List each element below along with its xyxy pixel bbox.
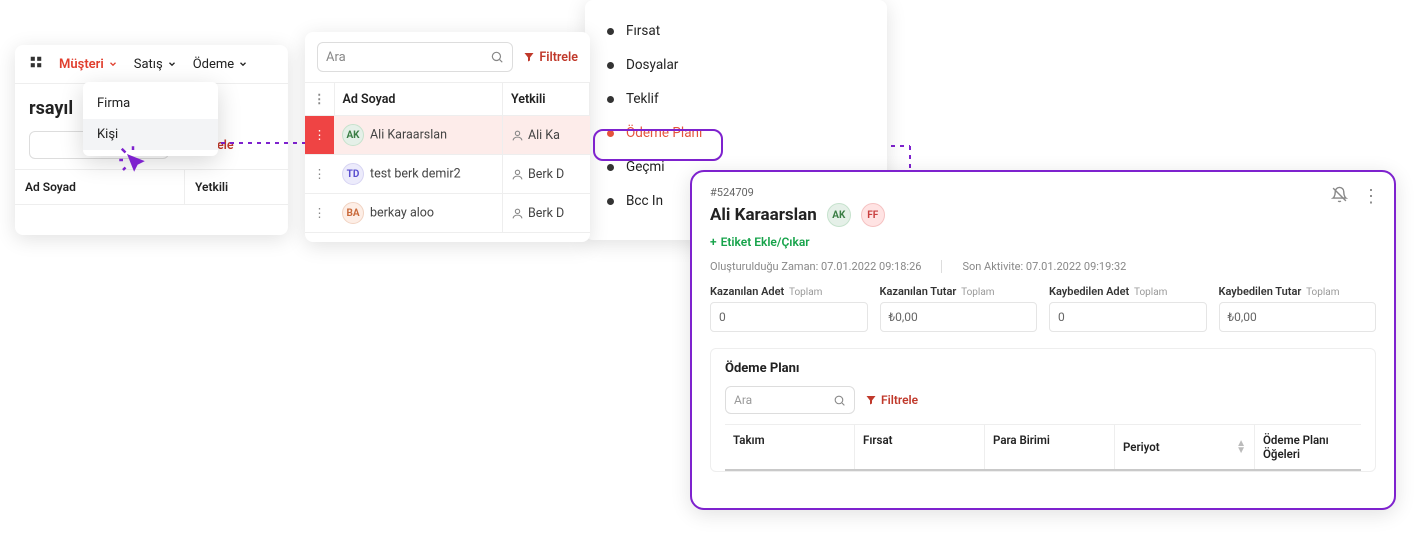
col-para-birimi[interactable]: Para Birimi <box>985 425 1115 469</box>
search-placeholder: Ara <box>326 50 346 65</box>
tab-teklif[interactable]: Teklif <box>585 82 887 116</box>
nav-odeme[interactable]: Ödeme <box>193 57 248 72</box>
person-icon <box>511 168 524 181</box>
add-tag-button[interactable]: + Etiket Ekle/Çıkar <box>710 235 810 249</box>
stat-value: 0 <box>1049 302 1207 332</box>
detail-panel: ⋮ #524709 Ali Karaarslan AK FF + Etiket … <box>690 170 1396 510</box>
nav-musteri-label: Müşteri <box>59 57 104 72</box>
chevron-down-icon <box>167 59 177 69</box>
section-filter-button[interactable]: Filtrele <box>865 393 918 407</box>
search-icon <box>490 50 504 64</box>
plus-icon: + <box>710 235 717 249</box>
filter-label: Filtrele <box>539 50 578 65</box>
table-row[interactable]: ⋮ BA berkay aloo Berk D <box>305 194 590 233</box>
cursor-click-icon <box>118 145 148 175</box>
stat-kazanilan-adet: Kazanılan Adet Toplam 0 <box>710 285 868 332</box>
add-tag-label: Etiket Ekle/Çıkar <box>721 235 810 249</box>
avatar: TD <box>342 163 364 185</box>
yetkili-name: Berk D <box>528 206 564 221</box>
person-icon <box>511 129 524 142</box>
search-icon <box>833 394 846 407</box>
filter-icon <box>865 394 877 406</box>
person-name: berkay aloo <box>370 205 434 220</box>
table-row[interactable]: ⋮ TD test berk demir2 Berk D <box>305 155 590 194</box>
col-ad-soyad[interactable]: Ad Soyad <box>15 170 185 204</box>
section-title: Ödeme Planı <box>725 361 1361 376</box>
bell-off-icon[interactable] <box>1331 186 1348 207</box>
col-yetkili[interactable]: Yetkili <box>185 170 288 204</box>
more-icon[interactable]: ⋮ <box>1362 188 1380 206</box>
nav-musteri[interactable]: Müşteri <box>59 57 118 72</box>
nav-satis[interactable]: Satış <box>134 57 177 72</box>
section-table-header: Takım Fırsat Para Birimi Periyot▲▼ Ödeme… <box>725 424 1361 471</box>
row-handle[interactable]: ⋮ <box>305 194 334 233</box>
table-header: Ad Soyad Yetkili <box>15 169 288 205</box>
person-icon <box>511 207 524 220</box>
musteri-dropdown: Firma Kişi <box>83 82 218 156</box>
yetkili-name: Ali Ka <box>528 128 560 143</box>
stat-value: ₺0,00 <box>880 302 1038 332</box>
people-table: ⋮ Ad Soyad Yetkili ⋮ AK Ali Karaarslan Al… <box>305 82 590 233</box>
col-periyot[interactable]: Periyot▲▼ <box>1115 425 1255 469</box>
filter-button[interactable]: Filtrele <box>523 50 578 65</box>
tab-odeme-plani[interactable]: Ödeme Planı <box>585 116 887 150</box>
record-id: #524709 <box>710 186 1376 199</box>
nav-satis-label: Satış <box>134 57 163 72</box>
table-row[interactable]: ⋮ AK Ali Karaarslan Ali Ka <box>305 116 590 155</box>
odeme-plani-section: Ödeme Planı Ara Filtrele Takım Fırsat Pa… <box>710 348 1376 472</box>
filter-icon <box>523 51 535 63</box>
stat-kaybedilen-tutar: Kaybedilen Tutar Toplam ₺0,00 <box>1219 285 1377 332</box>
navbar: Müşteri Satış Ödeme <box>15 45 288 84</box>
row-handle[interactable]: ⋮ <box>305 155 334 194</box>
chevron-down-icon <box>108 59 118 69</box>
col-yetkili[interactable]: Yetkili <box>502 83 589 116</box>
yetkili-name: Berk D <box>528 167 564 182</box>
dropdown-item-firma[interactable]: Firma <box>83 88 218 119</box>
people-table-panel: Ara Filtrele ⋮ Ad Soyad Yetkili ⋮ AK Ali … <box>305 32 590 242</box>
dropdown-item-kisi[interactable]: Kişi <box>83 119 218 150</box>
chevron-down-icon <box>238 59 248 69</box>
section-search-input[interactable]: Ara <box>725 386 855 414</box>
stat-value: ₺0,00 <box>1219 302 1377 332</box>
tab-dosyalar[interactable]: Dosyalar <box>585 48 887 82</box>
apps-grid-icon[interactable] <box>29 55 43 73</box>
avatar-chip: AK <box>827 203 851 227</box>
tab-firsat[interactable]: Fırsat <box>585 14 887 48</box>
avatar-chip: FF <box>861 203 885 227</box>
stat-kaybedilen-adet: Kaybedilen Adet Toplam 0 <box>1049 285 1207 332</box>
search-input[interactable]: Ara <box>317 42 513 72</box>
col-ad-soyad[interactable]: Ad Soyad <box>334 83 502 116</box>
col-handle[interactable]: ⋮ <box>305 83 334 116</box>
stat-kazanilan-tutar: Kazanılan Tutar Toplam ₺0,00 <box>880 285 1038 332</box>
col-firsat[interactable]: Fırsat <box>855 425 985 469</box>
avatar: AK <box>342 124 364 146</box>
avatar: BA <box>342 202 364 224</box>
row-handle[interactable]: ⋮ <box>305 116 334 155</box>
col-ogeler[interactable]: Ödeme Planı Öğeleri <box>1255 425 1361 469</box>
nav-odeme-label: Ödeme <box>193 57 234 72</box>
col-takim[interactable]: Takım <box>725 425 855 469</box>
sort-icon: ▲▼ <box>1236 440 1246 454</box>
meta-line: Oluşturulduğu Zaman: 07.01.2022 09:18:26… <box>710 260 1376 273</box>
person-name: test berk demir2 <box>370 166 461 181</box>
record-title: Ali Karaarslan <box>710 205 817 225</box>
person-name: Ali Karaarslan <box>370 127 447 142</box>
stat-value: 0 <box>710 302 868 332</box>
